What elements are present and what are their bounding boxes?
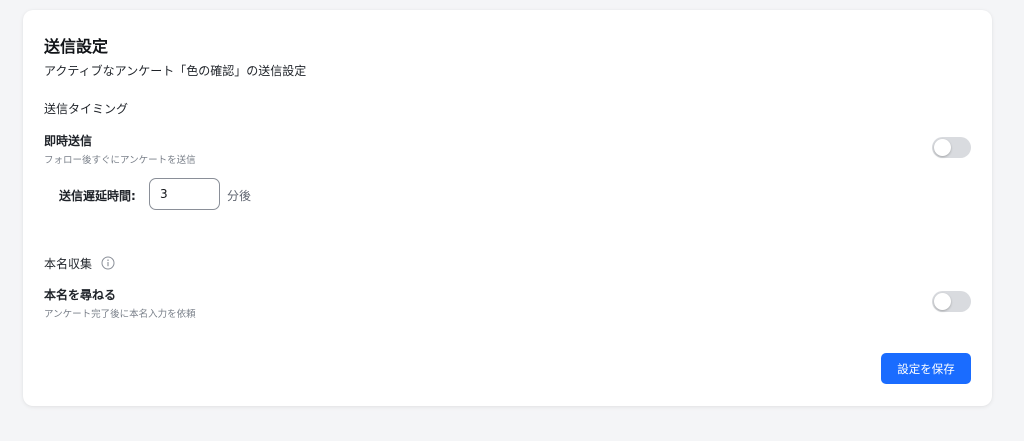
delay-minutes-input[interactable] xyxy=(149,178,220,210)
immediate-send-title: 即時送信 xyxy=(44,134,93,148)
ask-real-name-title: 本名を尋ねる xyxy=(44,288,117,302)
ask-real-name-toggle[interactable] xyxy=(932,291,971,312)
info-circle-icon[interactable] xyxy=(101,256,115,270)
immediate-send-toggle[interactable] xyxy=(932,137,971,158)
settings-card: 送信設定 アクティブなアンケート「色の確認」の送信設定 送信タイミング 即時送信… xyxy=(23,10,992,406)
immediate-send-description: フォロー後すぐにアンケートを送信 xyxy=(44,155,196,166)
toggle-knob xyxy=(934,293,951,310)
panel-subtitle: アクティブなアンケート「色の確認」の送信設定 xyxy=(44,64,307,78)
toggle-knob xyxy=(934,139,951,156)
save-settings-button[interactable]: 設定を保存 xyxy=(881,353,971,384)
section-label-timing: 送信タイミング xyxy=(44,102,129,116)
panel-title: 送信設定 xyxy=(44,37,109,56)
delay-label: 送信遅延時間: xyxy=(59,189,136,203)
ask-real-name-description: アンケート完了後に本名入力を依頼 xyxy=(44,309,196,320)
section-label-real-name: 本名収集 xyxy=(44,257,93,271)
delay-unit: 分後 xyxy=(227,189,252,203)
